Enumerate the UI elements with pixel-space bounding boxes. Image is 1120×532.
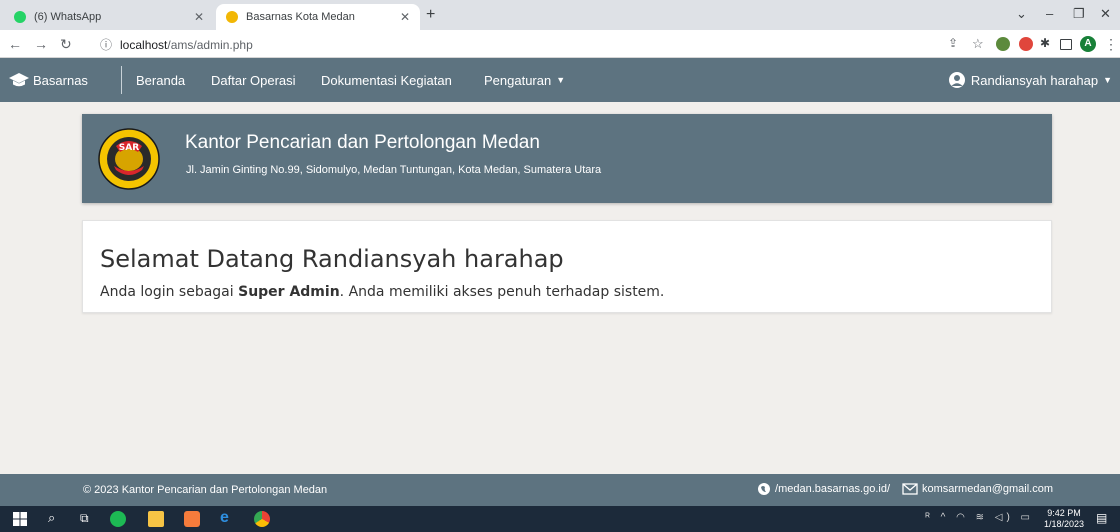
restore-icon[interactable]: ❐ [1073, 6, 1085, 22]
office-title: Kantor Pencarian dan Pertolongan Medan [185, 132, 540, 153]
welcome-text-before: Anda login sebagai [100, 284, 239, 300]
os-taskbar: ⌕ ⧉ e ᴿ ^ ◠ ≋ ◁) ▭ 9:42 PM 1/18/2023 ▤ [0, 506, 1120, 532]
envelope-icon [902, 483, 918, 495]
taskbar-clock[interactable]: 9:42 PM 1/18/2023 [1044, 508, 1084, 530]
nav-link-beranda[interactable]: Beranda [136, 58, 185, 102]
info-icon: ⓘ [100, 38, 113, 52]
brand-label: Basarnas [33, 72, 88, 88]
footer-email-link[interactable]: komsarmedan@gmail.com [902, 483, 1053, 495]
graduation-cap-icon [9, 73, 29, 87]
office-header-card: SAR Kantor Pencarian dan Pertolongan Med… [82, 114, 1052, 203]
extension-shield-icon[interactable] [1019, 37, 1033, 51]
welcome-title: Selamat Datang Randiansyah harahap [100, 245, 564, 273]
nav-link-dokumentasi-kegiatan[interactable]: Dokumentasi Kegiatan [321, 58, 452, 102]
close-window-icon[interactable]: ✕ [1100, 6, 1111, 22]
task-view-icon[interactable]: ⧉ [80, 511, 96, 527]
profile-avatar[interactable]: A [1080, 36, 1096, 52]
caret-down-icon: ▼ [556, 75, 566, 85]
bookmark-star-icon[interactable]: ☆ [972, 36, 984, 52]
tab-title: Basarnas Kota Medan [246, 11, 355, 23]
globe-icon [758, 483, 771, 495]
search-icon[interactable]: ⌕ [48, 510, 64, 526]
svg-text:SAR: SAR [119, 143, 139, 153]
nav-link-daftar-operasi[interactable]: Daftar Operasi [211, 58, 296, 102]
system-tray-icons[interactable]: ᴿ ^ ◠ ≋ ◁) ▭ [925, 512, 1034, 523]
user-menu-dropdown[interactable]: Randiansyah harahap ▼ [948, 58, 1112, 102]
url-path: /ams/admin.php [167, 37, 253, 52]
back-arrow-icon[interactable]: ← [8, 36, 22, 52]
address-bar: ← → ↻ ⓘ localhost/ams/admin.php ⇪ ☆ ✱ A … [0, 30, 1120, 58]
clock-time: 9:42 PM [1047, 508, 1081, 518]
extension-icon[interactable] [996, 37, 1010, 51]
welcome-message: Anda login sebagai Super Admin. Anda mem… [100, 284, 664, 300]
navbar-divider [121, 66, 122, 94]
chrome-icon[interactable] [254, 511, 270, 527]
welcome-text-after: . Anda memiliki akses penuh terhadap sis… [339, 284, 665, 300]
website-text: /medan.basarnas.go.id/ [775, 483, 890, 495]
spotify-icon[interactable] [110, 511, 126, 527]
browser-tab-basarnas[interactable]: Basarnas Kota Medan ✕ [216, 4, 420, 30]
whatsapp-favicon-icon [14, 11, 26, 23]
tab-search-chevron-icon[interactable]: ⌄ [1016, 6, 1027, 22]
role-label: Super Admin [238, 284, 340, 300]
footer-copyright: © 2023 Kantor Pencarian dan Pertolongan … [83, 484, 328, 496]
sar-nasional-logo: SAR [98, 128, 160, 190]
share-icon[interactable]: ⇪ [948, 36, 958, 50]
reload-icon[interactable]: ↻ [60, 36, 72, 53]
user-circle-icon [948, 72, 965, 88]
email-text: komsarmedan@gmail.com [922, 483, 1053, 495]
url-field[interactable]: ⓘ localhost/ams/admin.php [100, 36, 253, 53]
url-host: localhost [120, 37, 168, 52]
office-address: Jl. Jamin Ginting No.99, Sidomulyo, Meda… [186, 164, 602, 176]
close-tab-icon[interactable]: ✕ [194, 10, 204, 24]
minimize-icon[interactable]: – [1046, 6, 1053, 21]
browser-menu-icon[interactable]: ⋮ [1104, 36, 1118, 53]
caret-down-icon: ▼ [1103, 75, 1112, 85]
nav-dropdown-label: Pengaturan [484, 72, 552, 88]
notification-icon[interactable]: ▤ [1096, 511, 1112, 527]
footer-website-link[interactable]: /medan.basarnas.go.id/ [757, 482, 890, 496]
user-name: Randiansyah harahap [970, 72, 1099, 88]
basarnas-favicon-icon [226, 11, 238, 23]
page-footer: © 2023 Kantor Pencarian dan Pertolongan … [0, 474, 1120, 506]
new-tab-icon[interactable]: + [426, 6, 435, 24]
browser-tab-whatsapp[interactable]: (6) WhatsApp ✕ [4, 4, 214, 30]
welcome-card: Selamat Datang Randiansyah harahap Anda … [82, 220, 1052, 313]
clock-date: 1/18/2023 [1043, 519, 1084, 529]
extensions-puzzle-icon[interactable]: ✱ [1040, 36, 1050, 50]
nav-dropdown-pengaturan[interactable]: Pengaturan ▼ [484, 58, 565, 102]
close-tab-icon[interactable]: ✕ [400, 10, 410, 24]
side-panel-icon[interactable] [1060, 39, 1072, 50]
file-explorer-icon[interactable] [148, 511, 164, 527]
tab-title: (6) WhatsApp [34, 11, 102, 23]
office-app-icon[interactable] [184, 511, 200, 527]
footer-links: /medan.basarnas.go.id/ komsarmedan@gmail… [745, 482, 1053, 496]
edge-browser-icon[interactable]: e [220, 509, 236, 526]
forward-arrow-icon[interactable]: → [34, 36, 48, 52]
browser-tab-bar: (6) WhatsApp ✕ Basarnas Kota Medan ✕ + ⌄… [0, 0, 1120, 30]
windows-start-icon[interactable] [12, 511, 28, 527]
top-navbar: Basarnas Beranda Daftar Operasi Dokument… [0, 58, 1120, 102]
brand-link[interactable]: Basarnas [8, 58, 88, 102]
